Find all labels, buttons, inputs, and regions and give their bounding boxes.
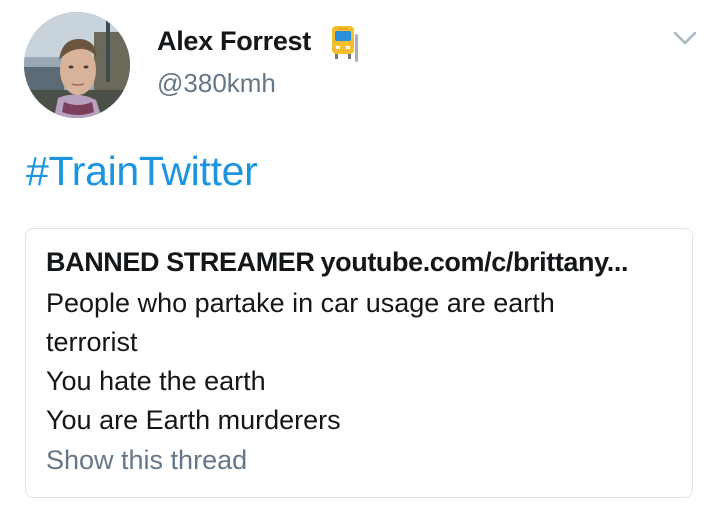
show-thread-link[interactable]: Show this thread: [46, 445, 247, 476]
avatar-photo: [24, 12, 130, 118]
avatar[interactable]: [24, 12, 130, 118]
tram-emoji-icon: [332, 26, 358, 62]
author-handle[interactable]: @380kmh: [157, 68, 276, 99]
quoted-author-handle: youtube.com/c/brittany...: [320, 247, 629, 277]
quoted-author-name: BANNED STREAMER: [46, 247, 315, 277]
quoted-text-line: You are Earth murderers: [46, 405, 341, 435]
tweet: Alex Forrest @380kmh #TrainTwitter BANNE…: [0, 0, 720, 524]
quoted-text-line: terrorist: [46, 327, 138, 357]
quoted-tweet-card[interactable]: BANNED STREAMER youtube.com/c/brittany...…: [25, 228, 693, 498]
quoted-tweet-header: BANNED STREAMER youtube.com/c/brittany...: [46, 247, 676, 278]
quoted-tweet-text: People who partake in car usage are eart…: [46, 284, 676, 440]
hashtag-link[interactable]: #TrainTwitter: [26, 148, 258, 195]
chevron-down-icon[interactable]: [672, 28, 698, 48]
quoted-text-line: You hate the earth: [46, 366, 266, 396]
author-display-name[interactable]: Alex Forrest: [157, 26, 311, 57]
quoted-text-line: People who partake in car usage are eart…: [46, 288, 555, 318]
